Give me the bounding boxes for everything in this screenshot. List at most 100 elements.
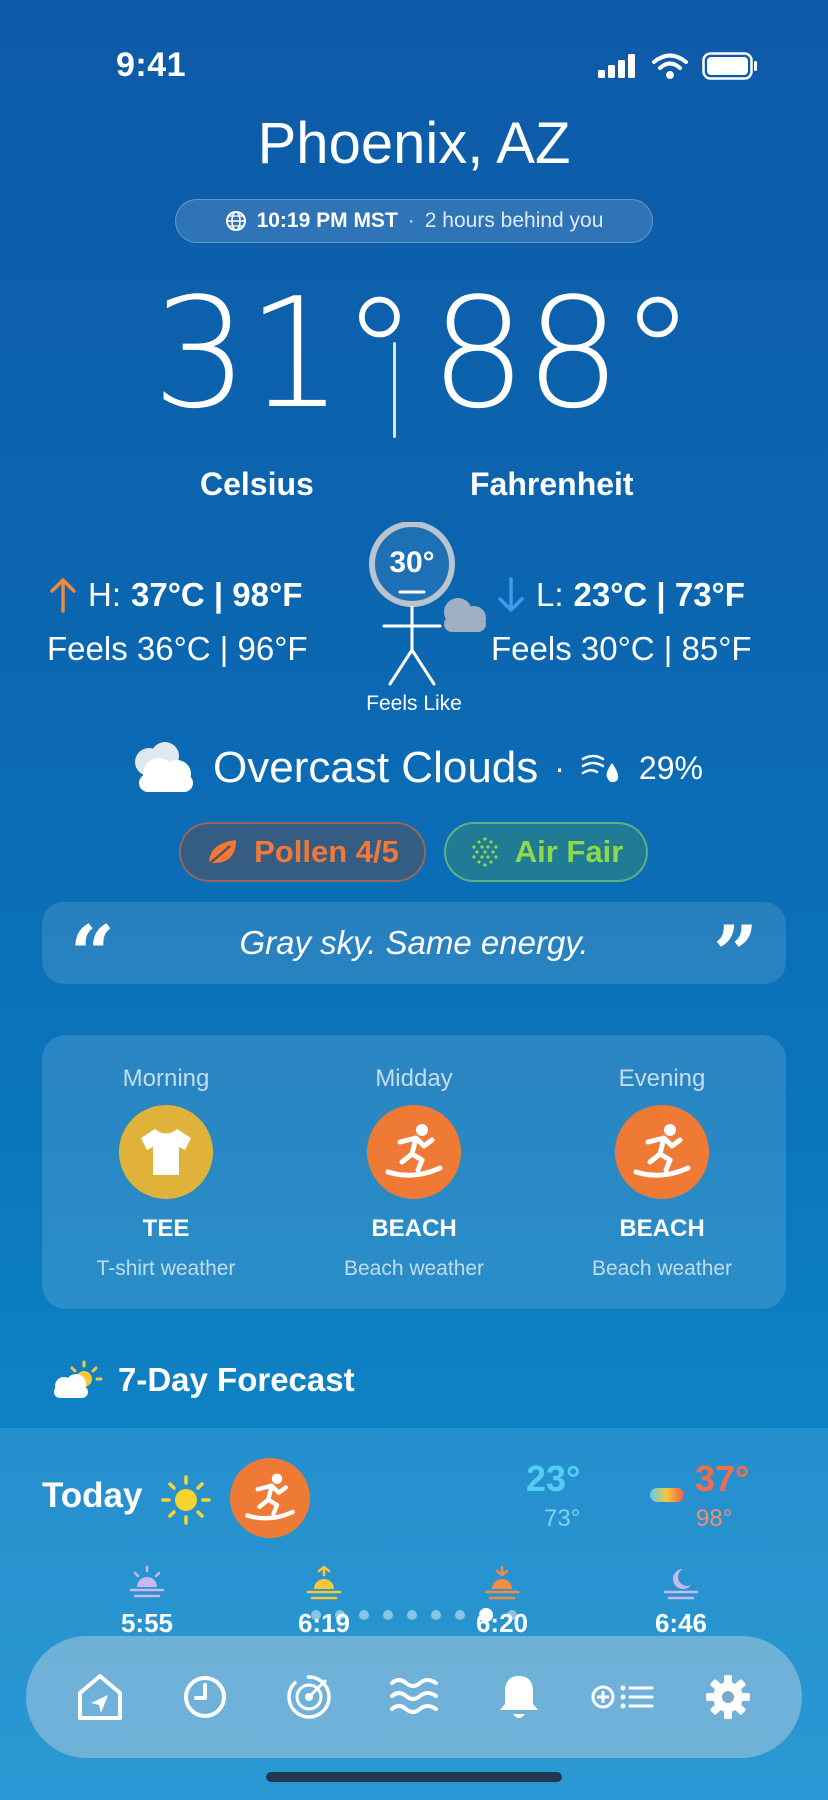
sun-time-sunset: 6:20	[442, 1565, 562, 1639]
temp-celsius: 31°	[152, 265, 417, 442]
timezone-separator: ·	[407, 209, 415, 232]
forecast-title-text: 7-Day Forecast	[118, 1361, 355, 1398]
air-quality-text: Air Fair	[514, 834, 624, 869]
outfit-period: Evening	[618, 1065, 706, 1092]
outfit-desc: Beach weather	[343, 1257, 485, 1280]
page-dot-active[interactable]	[479, 1608, 493, 1622]
sun-time-dawn: 5:55	[87, 1565, 207, 1639]
status-time: 9:41	[116, 46, 187, 84]
gear-icon	[705, 1675, 750, 1719]
globe-icon	[225, 211, 246, 231]
surfer-icon	[367, 1105, 461, 1199]
surfer-icon	[615, 1105, 709, 1199]
outfit-desc: Beach weather	[591, 1257, 733, 1280]
page-dot[interactable]	[431, 1610, 441, 1620]
quote-card: “ Gray sky. Same energy. ”	[42, 902, 786, 1000]
clock-icon	[183, 1676, 226, 1718]
locations-tab[interactable]	[583, 1657, 663, 1737]
leaf-icon	[208, 840, 237, 865]
partly-sunny-icon	[54, 1360, 103, 1398]
battery-icon	[702, 52, 757, 80]
outfit-midday[interactable]: Midday BEACH Beach weather	[290, 1035, 538, 1281]
waves-tab[interactable]	[374, 1657, 454, 1737]
time-offset: 2 hours behind you	[424, 209, 604, 232]
radar-tab[interactable]	[269, 1657, 349, 1737]
outfit-name: TEE	[142, 1215, 190, 1242]
tshirt-icon	[119, 1105, 213, 1199]
close-quote-icon: ”	[713, 909, 758, 1000]
outfit-name: BEACH	[619, 1215, 705, 1242]
high-feels: Feels 36°C | 96°F	[47, 630, 308, 667]
dawn-icon	[129, 1565, 165, 1598]
bell-icon	[499, 1676, 538, 1718]
home-tab[interactable]	[60, 1657, 140, 1737]
timezone-pill[interactable]: 10:19 PM MST · 2 hours behind you	[175, 199, 653, 243]
low-value: 23°C | 73°F	[573, 576, 745, 613]
celsius-label: Celsius	[200, 466, 314, 502]
page-dot[interactable]	[383, 1610, 393, 1620]
outfit-period: Midday	[375, 1065, 453, 1092]
today-activity-surfer-icon	[230, 1458, 310, 1538]
radar-icon	[287, 1675, 332, 1719]
today-label[interactable]: Today	[42, 1476, 142, 1516]
today-high-fahrenheit: 98°	[696, 1505, 733, 1532]
temp-fahrenheit: 88°	[430, 265, 695, 442]
page-dot[interactable]	[335, 1610, 345, 1620]
high-label: H:	[88, 576, 121, 613]
sunrise-icon	[306, 1565, 342, 1600]
page-dot[interactable]	[455, 1610, 465, 1620]
page-dot[interactable]	[507, 1610, 517, 1620]
signal-icon	[598, 54, 635, 78]
outfit-card: Morning TEE T-shirt weather Midday BEACH…	[42, 1035, 786, 1309]
arrow-down-icon	[498, 577, 524, 612]
wifi-icon	[652, 53, 688, 79]
fahrenheit-label: Fahrenheit	[470, 466, 634, 502]
humidity-icon	[581, 754, 619, 783]
page-dot[interactable]	[359, 1610, 369, 1620]
home-location-icon	[78, 1674, 123, 1720]
pollen-badge[interactable]: Pollen 4/5	[179, 822, 426, 882]
page-dot[interactable]	[407, 1610, 417, 1620]
air-quality-badge[interactable]: Air Fair	[444, 822, 648, 882]
condition-row: Overcast Clouds · 29%	[0, 740, 828, 796]
waves-icon	[389, 1678, 438, 1714]
page-dot[interactable]	[311, 1610, 321, 1620]
status-icons	[598, 52, 758, 80]
today-high-celsius: 37°	[695, 1458, 750, 1499]
temp-divider	[393, 342, 396, 438]
clouds-icon	[135, 742, 194, 792]
pollen-text: Pollen 4/5	[254, 834, 399, 869]
feels-like-figure[interactable]: 30°	[358, 521, 498, 702]
settings-tab[interactable]	[688, 1657, 768, 1737]
sun-time-sunrise: 6:19	[264, 1565, 384, 1639]
cloud-small-icon	[444, 598, 486, 632]
humidity-value: 29%	[638, 749, 703, 786]
quote-text: Gray sky. Same energy.	[239, 924, 589, 961]
condition-text: Overcast Clouds	[213, 743, 539, 792]
low-row: L: 23°C | 73°F	[496, 576, 745, 614]
feels-like-temp: 30°	[389, 546, 435, 579]
page-indicator[interactable]	[0, 1608, 828, 1622]
home-indicator[interactable]	[266, 1772, 562, 1782]
today-low-celsius: 23°	[526, 1458, 581, 1499]
dusk-moon-icon	[663, 1569, 699, 1600]
outfit-name: BEACH	[371, 1215, 457, 1242]
local-time: 10:19 PM MST	[256, 209, 398, 232]
sun-icon	[161, 1475, 211, 1525]
sun-time-dusk: 6:46	[621, 1565, 741, 1639]
open-quote-icon: “	[70, 909, 115, 1000]
today-low-fahrenheit: 73°	[544, 1505, 581, 1532]
outfit-morning[interactable]: Morning TEE T-shirt weather	[42, 1035, 290, 1281]
city-name[interactable]: Phoenix, AZ	[0, 110, 828, 177]
tab-bar	[26, 1636, 802, 1758]
alerts-tab[interactable]	[479, 1657, 559, 1737]
air-dots-icon	[472, 837, 498, 867]
feels-like-label: Feels Like	[366, 692, 462, 715]
add-list-icon	[591, 1685, 654, 1709]
arrow-up-icon	[50, 578, 76, 613]
outfit-evening[interactable]: Evening BEACH Beach weather	[538, 1035, 786, 1281]
condition-separator: ·	[554, 749, 565, 786]
high-value: 37°C | 98°F	[131, 576, 303, 613]
history-tab[interactable]	[165, 1657, 245, 1737]
outfit-period: Morning	[122, 1065, 210, 1092]
